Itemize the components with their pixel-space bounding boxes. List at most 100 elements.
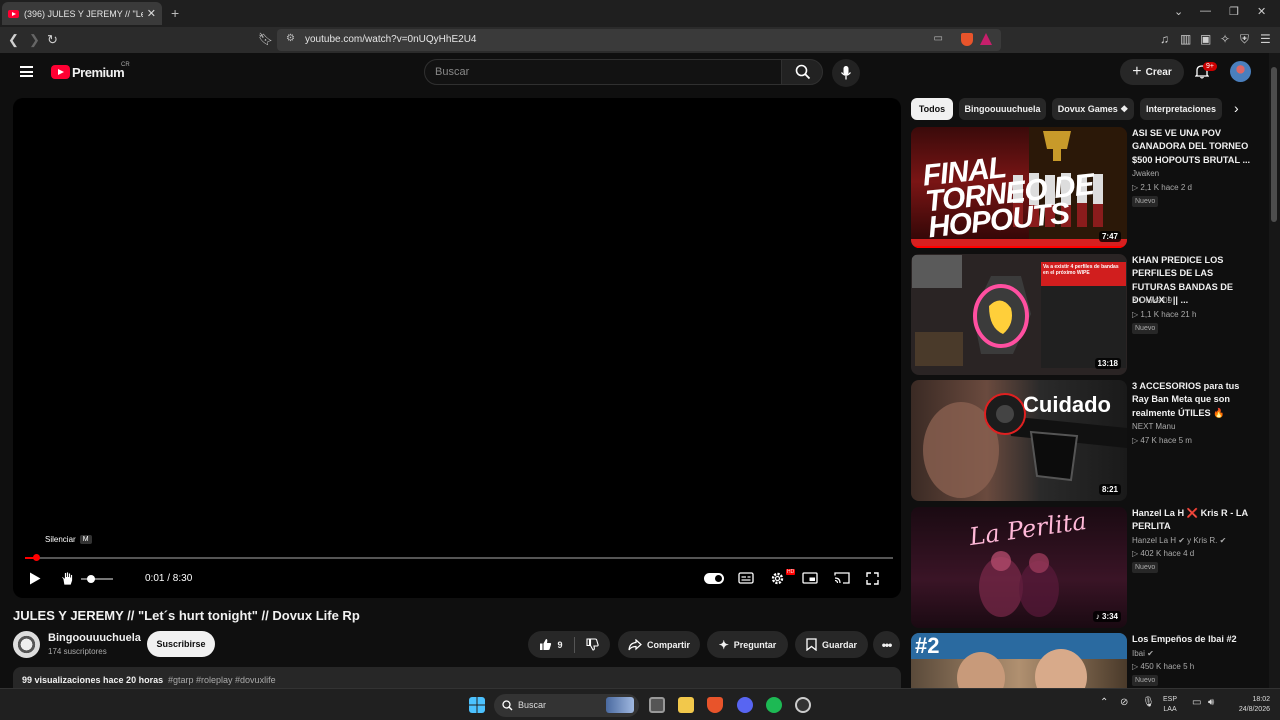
logo-text[interactable]: Premium	[72, 65, 125, 80]
thumbnail-text: Cuidado	[1023, 392, 1111, 417]
task-view-icon[interactable]	[649, 697, 665, 713]
close-window-icon[interactable]: ✕	[1257, 5, 1266, 18]
forward-icon[interactable]: ❯	[29, 32, 40, 48]
ask-button[interactable]: ✦ Preguntar	[707, 631, 788, 658]
address-bar[interactable]: ⚙ youtube.com/watch?v=0nUQyHhE2U4 ▭	[277, 29, 1001, 51]
hashtags[interactable]: #gtarp #roleplay #dovuxlife	[168, 675, 276, 685]
sidebar-icon[interactable]: ▥	[1180, 32, 1191, 46]
video-thumbnail[interactable]: Va a existir 4 perfiles de bandas en el …	[911, 254, 1127, 375]
guide-menu-icon[interactable]	[20, 66, 33, 77]
chip-dovux-games[interactable]: Dovux Games ❖	[1052, 98, 1134, 120]
cast-icon[interactable]	[834, 572, 850, 584]
recommendation-item[interactable]: Cuidado 8:21 3 ACCESORIOS para tus Ray B…	[911, 380, 1261, 502]
volume-icon[interactable]: 🔊︎	[1208, 698, 1214, 708]
channel-name[interactable]: Ibai ✔	[1132, 649, 1154, 658]
video-thumbnail[interactable]: #2	[911, 633, 1127, 688]
minimize-icon[interactable]: —	[1200, 5, 1211, 17]
steam-icon[interactable]	[795, 697, 811, 713]
search-button[interactable]	[781, 59, 823, 85]
microphone-tray-icon[interactable]: 🎙︎	[1142, 698, 1155, 708]
file-explorer-icon[interactable]	[678, 697, 694, 713]
recommendation-item[interactable]: FINAL TORNEO DE HOPOUTS 7:47 ASI SE VE U…	[911, 127, 1261, 249]
create-label: Crear	[1145, 66, 1172, 78]
video-title[interactable]: ASI SE VE UNA POV GANADORA DEL TORNEO $5…	[1132, 127, 1254, 167]
more-horizontal-icon: •••	[881, 637, 893, 652]
scrubber-handle[interactable]	[33, 554, 40, 561]
more-actions-button[interactable]: •••	[873, 631, 900, 658]
subscribe-button[interactable]: Suscribirse	[147, 631, 215, 657]
brave-shields-icon[interactable]	[961, 33, 973, 46]
video-thumbnail[interactable]: FINAL TORNEO DE HOPOUTS 7:47	[911, 127, 1127, 248]
video-thumbnail[interactable]: La Perlita ♪ 3:34	[911, 507, 1127, 628]
chip-channel[interactable]: Bingoouuuchuela	[959, 98, 1046, 120]
taskbar-search[interactable]: Buscar	[494, 694, 639, 717]
scrollbar-thumb[interactable]	[1271, 67, 1277, 222]
video-player[interactable]: Silenciar M 0:01 / 8:30 HD	[13, 98, 901, 598]
video-title[interactable]: 3 ACCESORIOS para tus Ray Ban Meta que s…	[1132, 380, 1254, 420]
chevron-right-icon[interactable]: ›	[1234, 100, 1239, 116]
tab-search-icon[interactable]: ⌄	[1174, 5, 1183, 18]
windows-start-icon[interactable]	[469, 697, 485, 713]
thumbs-down-icon[interactable]	[585, 638, 599, 651]
spotify-icon[interactable]	[766, 697, 782, 713]
share-button[interactable]: Compartir	[618, 631, 700, 658]
brave-browser-icon[interactable]	[707, 697, 723, 713]
chip-todos[interactable]: Todos	[911, 98, 953, 120]
miniplayer-icon[interactable]	[802, 572, 818, 584]
clock[interactable]: 18:02 24/8/2026	[1228, 695, 1270, 715]
subtitles-icon[interactable]	[738, 572, 754, 584]
channel-avatar[interactable]	[13, 631, 40, 658]
site-info-icon[interactable]: ⚙	[286, 33, 295, 44]
recommendation-item[interactable]: Va a existir 4 perfiles de bandas en el …	[911, 254, 1261, 376]
chip-interpretaciones[interactable]: Interpretaciones	[1140, 98, 1222, 120]
language-indicator[interactable]: ESP LAA	[1163, 695, 1177, 715]
wallet-icon[interactable]: ▣	[1200, 32, 1211, 46]
discord-icon[interactable]	[737, 697, 753, 713]
video-title[interactable]: Los Empeños de Ibai #2	[1132, 633, 1254, 646]
search-icon	[502, 700, 513, 711]
reload-icon[interactable]: ↻	[47, 32, 58, 48]
save-button[interactable]: Guardar	[795, 631, 868, 658]
settings-gear-icon[interactable]	[770, 571, 785, 586]
time-display: 0:01 / 8:30	[145, 573, 193, 584]
channel-name[interactable]: Jwaken	[1132, 169, 1159, 178]
browser-menu-icon[interactable]: ☰	[1260, 32, 1271, 46]
channel-name[interactable]: Hanzel La H ✔ y Kris R. ✔	[1132, 536, 1226, 545]
play-icon[interactable]	[29, 572, 41, 585]
progress-bar[interactable]	[25, 554, 893, 561]
search-input[interactable]: Buscar	[424, 59, 782, 85]
recommendation-item[interactable]: La Perlita ♪ 3:34 Hanzel La H ❌ Kris R -…	[911, 507, 1261, 629]
leo-icon[interactable]: ✧	[1220, 32, 1230, 46]
video-thumbnail[interactable]: Cuidado 8:21	[911, 380, 1127, 501]
display-icon[interactable]: ▭	[1192, 698, 1201, 708]
create-button[interactable]: + Crear	[1120, 59, 1184, 85]
channel-name[interactable]: X Drake 09	[1132, 296, 1172, 305]
maximize-icon[interactable]: ❐	[1229, 5, 1239, 18]
music-icon[interactable]: ♫	[1160, 32, 1169, 46]
back-icon[interactable]: ❮	[8, 32, 19, 48]
voice-search-button[interactable]	[832, 59, 860, 87]
tab-close-icon[interactable]: ✕	[147, 7, 156, 20]
account-avatar[interactable]	[1230, 61, 1251, 82]
search-icon	[795, 64, 811, 80]
vpn-icon[interactable]: ⛨	[1240, 32, 1249, 47]
new-tab-button[interactable]: +	[171, 5, 179, 21]
channel-name[interactable]: NEXT Manu	[1132, 422, 1175, 431]
bookmark-icon[interactable]: 🔖︎	[258, 32, 273, 46]
youtube-logo-icon[interactable]	[51, 65, 70, 79]
volume-knob[interactable]	[87, 575, 95, 583]
brave-rewards-icon[interactable]	[980, 33, 992, 45]
autoplay-toggle[interactable]	[704, 573, 724, 584]
browser-tab[interactable]: (396) JULES Y JEREMY // "Let´s hu ✕	[2, 2, 162, 25]
page-scrollbar[interactable]	[1269, 53, 1280, 688]
fullscreen-icon[interactable]	[866, 572, 879, 585]
recommendation-item[interactable]: #2 Los Empeños de Ibai #2 Ibai ✔ ▷ 450 K…	[911, 633, 1261, 688]
description-box[interactable]: 99 visualizaciones hace 20 horas #gtarp …	[13, 667, 901, 689]
cast-icon[interactable]: ▭	[934, 33, 943, 44]
channel-name[interactable]: Bingoouuuchuela	[48, 632, 141, 644]
tray-overflow-icon[interactable]: ⌃	[1100, 698, 1108, 708]
thumbs-up-icon[interactable]	[539, 638, 552, 651]
video-title[interactable]: Hanzel La H ❌ Kris R - LA PERLITA	[1132, 507, 1254, 534]
network-off-icon[interactable]: ⊘	[1120, 698, 1128, 708]
volume-slider[interactable]	[81, 578, 113, 580]
